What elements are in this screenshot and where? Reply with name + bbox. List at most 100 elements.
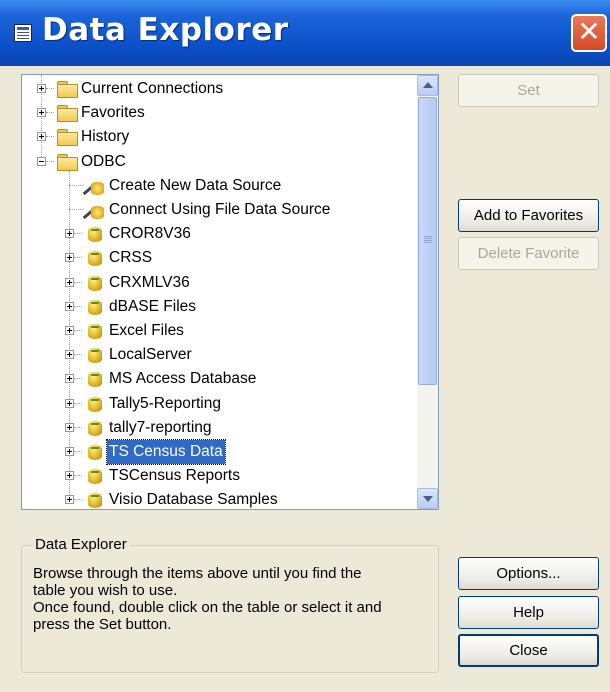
- expand-plus-icon[interactable]: [65, 471, 74, 481]
- tree-content: Current Connections Favorites History ODBC C…: [22, 75, 417, 509]
- tree-item[interactable]: Connect Using File Data Source: [22, 198, 417, 222]
- magic-wand-icon: [82, 176, 106, 196]
- tree-item[interactable]: TSCensus Reports: [22, 464, 417, 488]
- close-window-button[interactable]: ✕: [571, 14, 607, 52]
- folder-icon: [56, 81, 78, 98]
- data-explorer-icon: [14, 24, 32, 42]
- tree-item[interactable]: CROR8V36: [22, 222, 417, 246]
- tree-item-label: Excel Files: [109, 322, 184, 339]
- expand-plus-icon[interactable]: [65, 495, 74, 505]
- tree-item[interactable]: Current Connections: [22, 77, 417, 101]
- tree-item-label: LocalServer: [109, 346, 192, 364]
- options-button[interactable]: Options...: [458, 557, 599, 590]
- tree-line: [74, 281, 82, 283]
- database-icon: [88, 251, 102, 267]
- help-button[interactable]: Help: [458, 596, 599, 629]
- tree-line: [74, 451, 82, 452]
- tree-item-label: Create New Data Source: [109, 176, 282, 194]
- tree-item-label: ODBC: [81, 152, 126, 170]
- tree-item[interactable]: LocalServer: [22, 343, 417, 367]
- tree-item[interactable]: Visio Database Samples: [22, 488, 417, 509]
- tree-item-label: TSCensus Reports: [109, 467, 240, 485]
- tree-item-label: Connect Using File Data Source: [109, 201, 331, 218]
- expand-plus-icon[interactable]: [65, 374, 74, 384]
- tree-line: [74, 233, 82, 235]
- expand-plus-icon[interactable]: [65, 229, 74, 239]
- close-button[interactable]: Close: [458, 634, 599, 667]
- tree-line: [69, 209, 83, 210]
- database-icon: [88, 469, 102, 485]
- scroll-thumb[interactable]: [418, 97, 437, 385]
- collapse-minus-icon[interactable]: [37, 156, 46, 166]
- database-connected-icon: [88, 445, 102, 460]
- tree-item-label: CROR8V36: [109, 225, 191, 243]
- tree-item[interactable]: Create New Data Source: [22, 174, 417, 198]
- expand-plus-icon[interactable]: [37, 108, 46, 118]
- tree-item-label: CRXMLV36: [109, 273, 190, 291]
- tree-item-label: TS Census Data: [106, 439, 226, 465]
- info-group-legend: Data Explorer: [32, 535, 130, 555]
- scroll-down-arrow-icon[interactable]: [417, 488, 438, 509]
- tree-vertical-scrollbar[interactable]: [417, 75, 438, 509]
- tree-item-label: CRSS: [109, 249, 153, 267]
- tree-line: [74, 330, 82, 331]
- tree-item-label: Visio Database Samples: [109, 491, 278, 509]
- tree-line: [74, 499, 82, 501]
- tree-line: [74, 354, 82, 356]
- database-icon: [88, 493, 102, 509]
- tree-line: [46, 136, 54, 138]
- add-to-favorites-button[interactable]: Add to Favorites: [458, 199, 599, 232]
- expand-plus-icon[interactable]: [65, 398, 74, 408]
- set-button[interactable]: Set: [458, 74, 599, 107]
- tree-item[interactable]: Favorites: [22, 101, 417, 125]
- tree-item[interactable]: dBASE Files: [22, 295, 417, 319]
- tree-line: [74, 426, 82, 428]
- tree-line: [69, 184, 83, 186]
- expand-plus-icon[interactable]: [65, 447, 74, 456]
- tree-item-label: Favorites: [81, 104, 145, 122]
- tree-item[interactable]: History: [22, 125, 417, 149]
- tree-item-label: dBASE Files: [109, 297, 197, 315]
- tree-item[interactable]: Tally5-Reporting: [22, 392, 417, 416]
- tree-line: [74, 475, 82, 477]
- database-icon: [88, 227, 102, 243]
- tree-item[interactable]: CRXMLV36: [22, 271, 417, 295]
- folder-icon: [56, 129, 78, 147]
- expand-plus-icon[interactable]: [65, 326, 74, 335]
- tree-line: [74, 402, 82, 404]
- expand-plus-icon[interactable]: [65, 253, 74, 263]
- tree-item[interactable]: ODBC: [22, 150, 417, 174]
- tree-line: [46, 112, 54, 114]
- magic-wand-icon: [82, 200, 106, 220]
- delete-favorite-button[interactable]: Delete Favorite: [458, 237, 599, 270]
- database-icon: [88, 420, 102, 436]
- tree-item-label: tally7-reporting: [109, 418, 212, 436]
- tree-line: [74, 257, 82, 259]
- tree-line: [74, 378, 82, 380]
- tree-item[interactable]: CRSS: [22, 246, 417, 270]
- expand-plus-icon[interactable]: [65, 301, 74, 311]
- tree-line: [74, 305, 82, 307]
- tree-item-label: Tally5-Reporting: [109, 394, 221, 412]
- tree-item-label: History: [81, 128, 130, 146]
- scroll-up-arrow-icon[interactable]: [417, 75, 438, 96]
- tree-line: [46, 88, 54, 89]
- tree-item-label: MS Access Database: [109, 370, 257, 388]
- title-bar: Data Explorer ✕: [0, 0, 610, 66]
- tree-item[interactable]: Excel Files: [22, 319, 417, 343]
- tree-item[interactable]: TS Census Data: [22, 439, 417, 465]
- database-icon: [88, 275, 102, 291]
- expand-plus-icon[interactable]: [65, 277, 74, 287]
- expand-plus-icon[interactable]: [37, 84, 46, 93]
- info-text: Browse through the items above until you…: [33, 565, 382, 633]
- database-icon: [88, 396, 102, 412]
- expand-plus-icon[interactable]: [65, 350, 74, 360]
- folder-icon: [56, 153, 78, 171]
- expand-plus-icon[interactable]: [37, 132, 46, 142]
- data-source-tree[interactable]: Current Connections Favorites History ODBC C…: [21, 74, 439, 510]
- tree-item[interactable]: MS Access Database: [22, 367, 417, 391]
- database-icon: [88, 372, 102, 388]
- tree-item[interactable]: tally7-reporting: [22, 416, 417, 440]
- window-title: Data Explorer: [42, 12, 289, 48]
- expand-plus-icon[interactable]: [65, 422, 74, 432]
